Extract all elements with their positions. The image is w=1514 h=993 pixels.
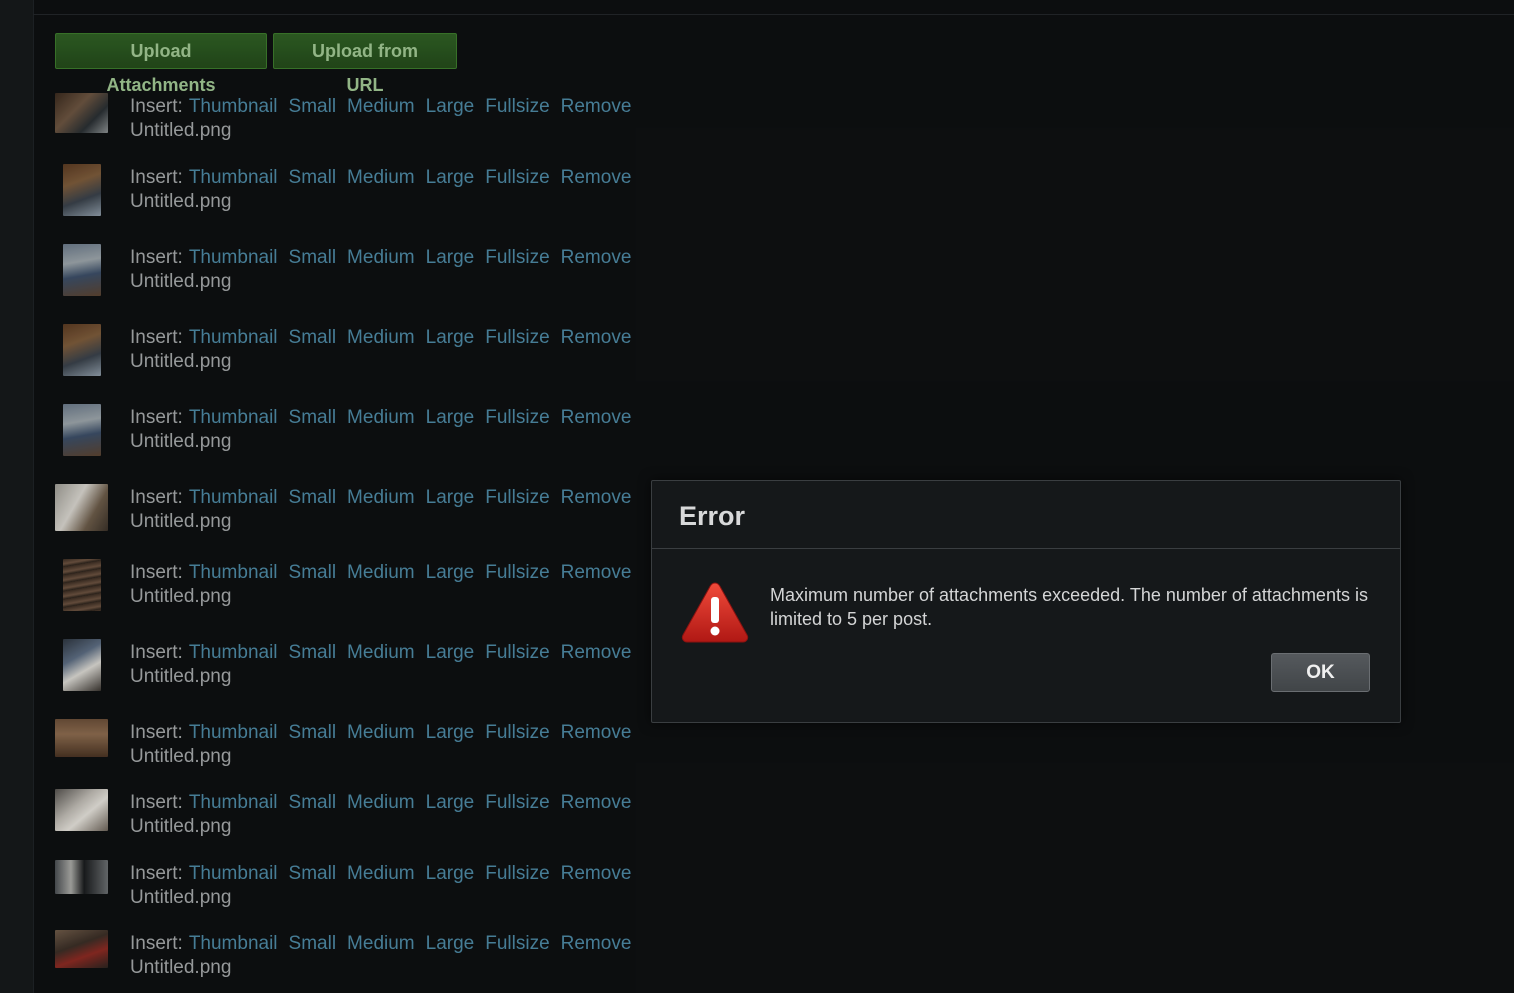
- warning-icon: [681, 582, 749, 643]
- dialog-body: Maximum number of attachments exceeded. …: [652, 549, 1400, 722]
- dialog-message: Maximum number of attachments exceeded. …: [770, 585, 1368, 629]
- error-dialog: Error Maximum number of attachments exce…: [651, 480, 1401, 723]
- dialog-title: Error: [679, 501, 746, 531]
- ok-button[interactable]: OK: [1271, 653, 1370, 692]
- dialog-header: Error: [652, 481, 1400, 549]
